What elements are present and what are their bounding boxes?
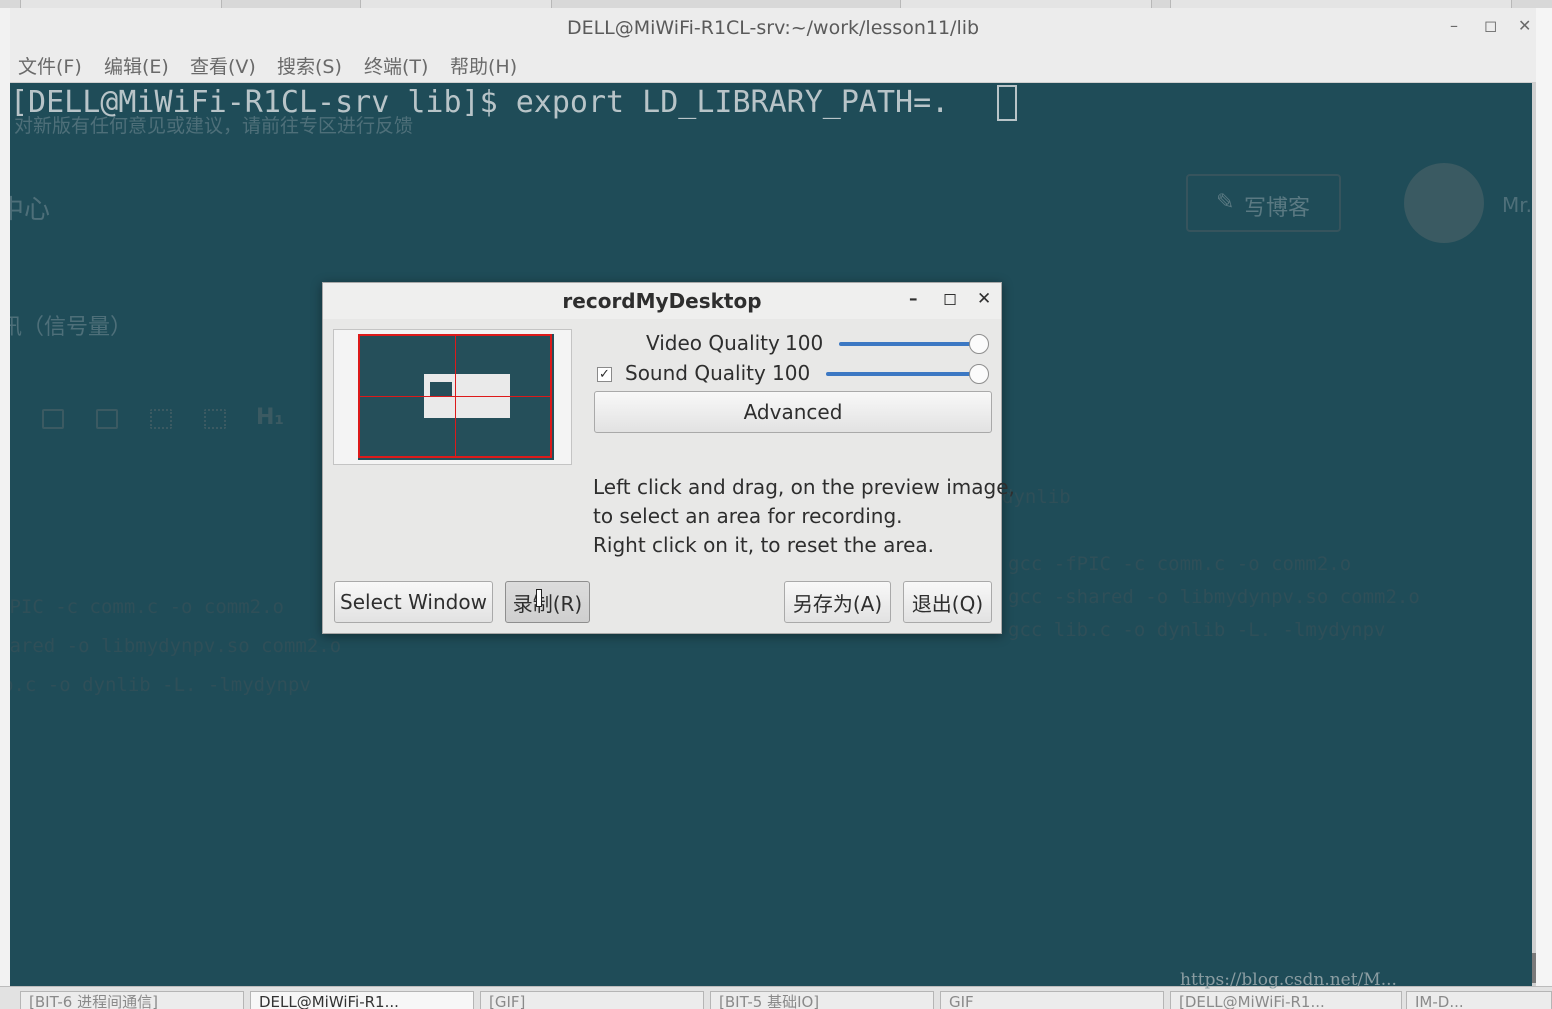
sound-quality-slider-knob[interactable] [969,364,989,384]
browser-tab-strip [0,0,1552,8]
maximize-icon[interactable]: ◻ [1484,16,1497,35]
select-window-button[interactable]: Select Window [334,581,493,623]
video-quality-label: Video Quality [646,331,780,355]
pencil-icon: ✎ [1216,190,1235,215]
video-quality-value: 100 [785,331,824,355]
taskbar-item[interactable]: [BIT-5 基础IO] [710,991,934,1009]
text-cursor-icon [536,589,542,607]
terminal-titlebar[interactable]: DELL@MiWiFi-R1CL-srv:~/work/lesson11/lib… [10,8,1536,47]
picture-icon [96,409,118,429]
sound-quality-checkbox[interactable]: ✓ [597,367,612,382]
sound-quality-slider[interactable] [826,372,979,376]
record-my-desktop-dialog: recordMyDesktop – ◻ ✕ Video Quality 100 … [322,282,1015,634]
taskbar-item-terminal[interactable]: DELL@MiWiFi-R1... [250,991,474,1009]
browser-tab[interactable] [900,0,1152,8]
sound-quality-value: 100 [772,361,811,385]
code-line: gcc -fPIC -c comm.c -o comm2.o [1008,553,1352,575]
image-icon [42,409,64,429]
menu-view[interactable]: 查看(V) [190,52,256,79]
ordered-list-icon [150,409,172,429]
video-quality-slider[interactable] [839,342,979,346]
preview-image[interactable] [333,329,572,465]
video-quality-slider-knob[interactable] [969,334,989,354]
taskbar-item[interactable]: [GIF] [480,991,704,1009]
code-line: gcc lib.c -o dynlib -L. -lmydynpv [1008,619,1386,641]
help-line: Right click on it, to reset the area. [593,533,935,557]
user-name: Mr... [1502,193,1532,217]
sound-quality-label: Sound Quality [625,361,766,385]
terminal-cursor [997,85,1017,121]
center-heading: 中心 [10,195,51,225]
close-icon[interactable]: ✕ [1518,16,1531,35]
background-window-edge-right [1536,8,1552,986]
taskbar-item[interactable]: GIF [940,991,1164,1009]
record-button[interactable]: 录制(R) [505,581,590,623]
help-text: Left click and drag, on the preview imag… [593,473,1015,560]
terminal-scrollbar[interactable] [1532,83,1536,986]
code-line: fPIC -c comm.c -o comm2.o [10,596,284,618]
code-line: hared -o libmydynpv.so comm2.o [10,635,342,657]
help-line: Left click and drag, on the preview imag… [593,475,1015,499]
write-blog-button: ✎ 写博客 [1186,174,1341,232]
avatar [1404,163,1484,243]
signal-heading: 讯（信号量） [10,315,133,340]
heading-icon: H₁ [256,405,285,430]
minimize-icon[interactable]: – [909,289,918,309]
menu-file[interactable]: 文件(F) [18,52,82,79]
dialog-titlebar[interactable]: recordMyDesktop – ◻ ✕ [323,283,1001,319]
browser-tab[interactable] [360,0,552,8]
maximize-icon[interactable]: ◻ [943,289,957,309]
terminal-menubar: 文件(F) 编辑(E) 查看(V) 搜索(S) 终端(T) 帮助(H) [10,46,1536,83]
help-line: to select an area for recording. [593,504,903,528]
close-icon[interactable]: ✕ [977,289,991,309]
code-line: b.c -o dynlib -L. -lmydynpv [10,674,311,696]
dialog-title: recordMyDesktop [562,289,762,313]
terminal-title: DELL@MiWiFi-R1CL-srv:~/work/lesson11/lib [566,17,980,39]
taskbar-item[interactable]: [DELL@MiWiFi-R1... [1170,991,1402,1009]
watermark: https://blog.csdn.net/M... [1180,970,1397,990]
selection-guide-vertical [455,334,456,458]
write-blog-label: 写博客 [1244,196,1311,221]
menu-edit[interactable]: 编辑(E) [104,52,169,79]
browser-tab[interactable] [20,0,222,8]
minimize-icon[interactable]: – [1450,16,1458,35]
menu-help[interactable]: 帮助(H) [450,52,517,79]
scrollbar-thumb[interactable] [1532,953,1536,983]
taskbar-item[interactable]: [BIT-6 进程间通信] [20,991,244,1009]
menu-terminal[interactable]: 终端(T) [364,52,428,79]
advanced-button[interactable]: Advanced [594,391,992,433]
save-as-button[interactable]: 另存为(A) [784,581,891,623]
code-line: gcc -shared -o libmydynpv.so comm2.o [1008,586,1420,608]
unordered-list-icon [204,409,226,429]
browser-tab[interactable] [1170,0,1512,8]
quit-button[interactable]: 退出(Q) [903,581,992,623]
menu-search[interactable]: 搜索(S) [277,52,342,79]
taskbar-item[interactable]: IM-D... [1406,991,1552,1009]
terminal-command-line: [DELL@MiWiFi-R1CL-srv lib]$ export LD_LI… [10,85,950,120]
